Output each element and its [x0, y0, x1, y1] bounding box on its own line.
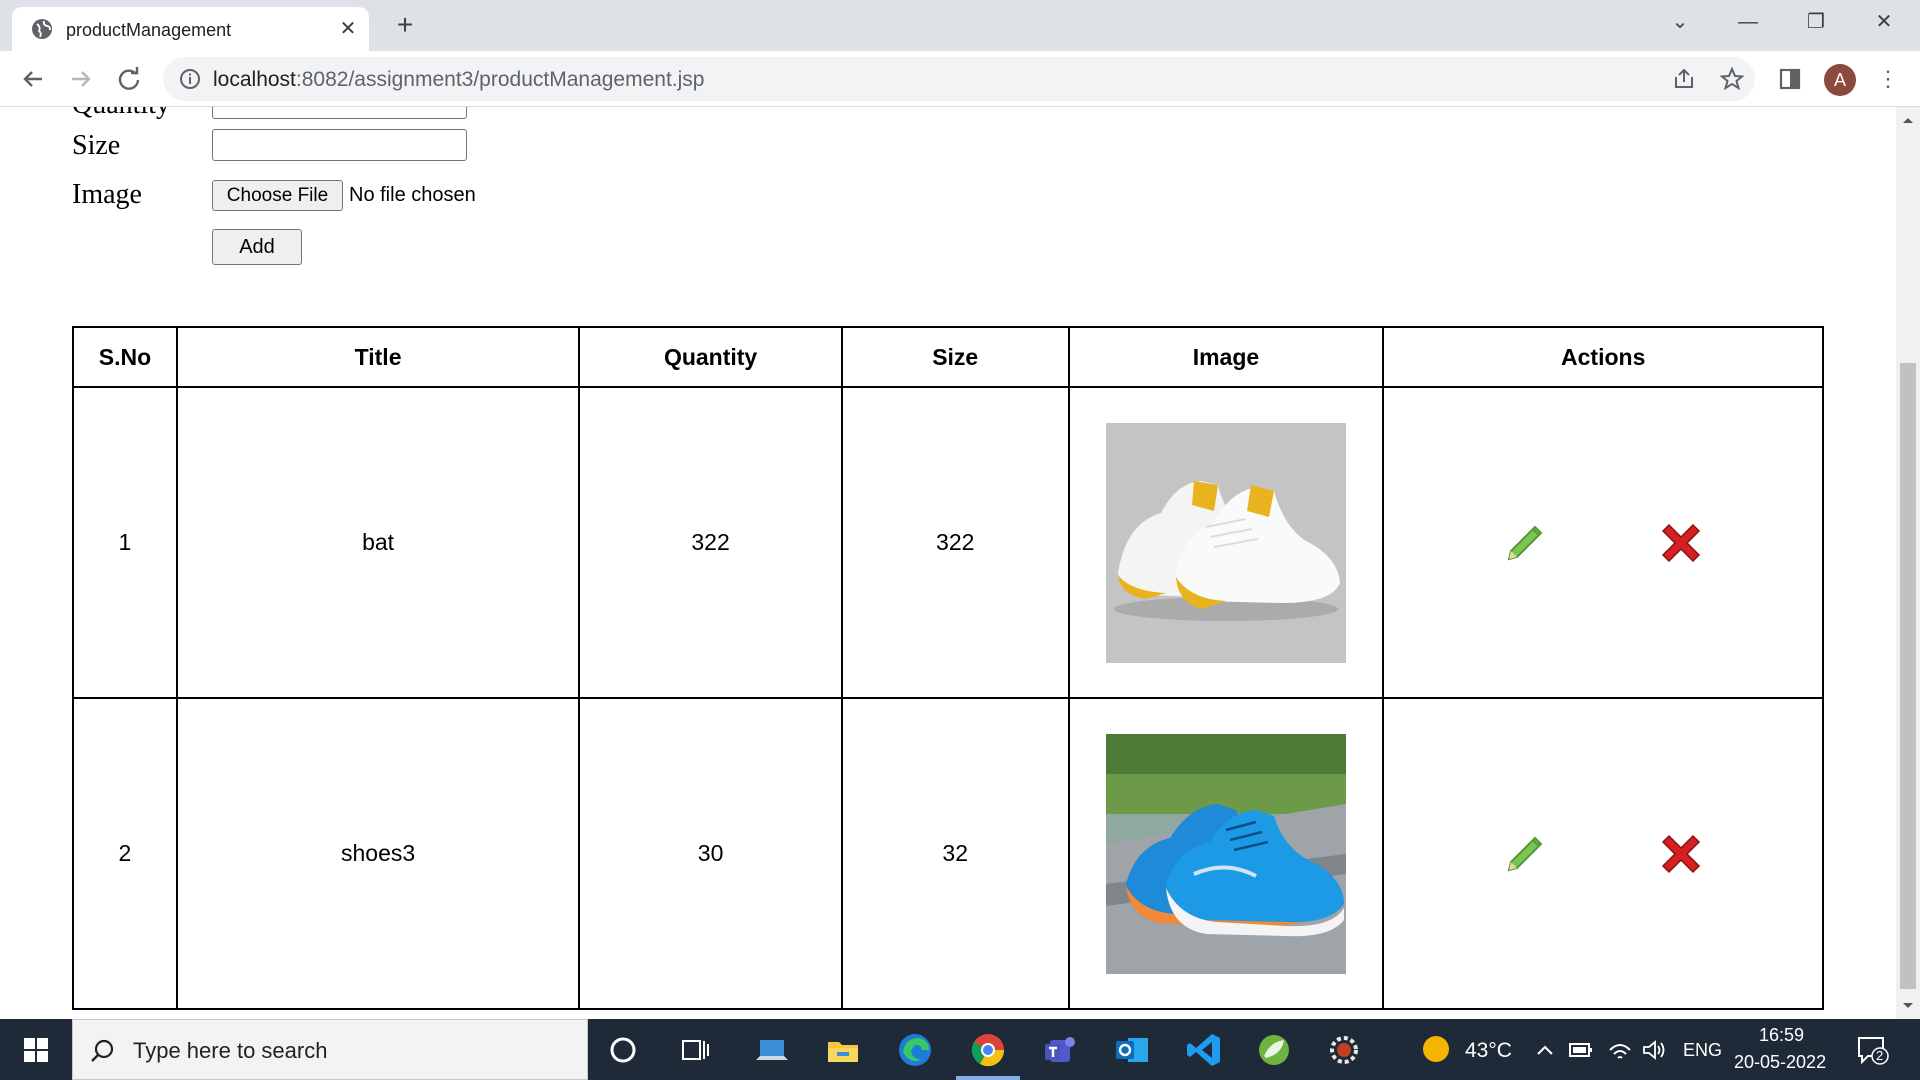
browser-toolbar: localhost:8082/assignment3/productManage… — [0, 51, 1920, 107]
white-yellow-sneakers-image — [1105, 422, 1346, 663]
quantity-label: Quantity — [72, 107, 170, 121]
close-window-button[interactable]: ✕ — [1850, 0, 1918, 44]
cell-sno: 2 — [72, 697, 178, 1010]
cell-actions — [1382, 697, 1824, 1010]
file-explorer-icon[interactable] — [823, 1030, 863, 1070]
scroll-up-arrow-icon[interactable] — [1896, 113, 1920, 127]
globe-icon — [32, 19, 52, 39]
chrome-active-indicator — [956, 1076, 1020, 1080]
browser-tab-strip: productManagement ✕ + ⌄ — ❐ ✕ — [0, 0, 1920, 51]
red-x-icon[interactable] — [1653, 826, 1709, 882]
tab-close-icon[interactable]: ✕ — [337, 18, 359, 40]
chrome-icon[interactable] — [968, 1030, 1008, 1070]
url-text[interactable]: localhost:8082/assignment3/productManage… — [213, 68, 704, 92]
header-image: Image — [1067, 326, 1385, 388]
page-viewport: Quantity Size Image Choose File No file … — [0, 107, 1896, 1019]
pencil-icon[interactable] — [1497, 515, 1553, 571]
search-placeholder: Type here to search — [133, 1038, 328, 1063]
image-label: Image — [72, 179, 142, 210]
notification-icon[interactable] — [1856, 1034, 1890, 1066]
outlook-icon[interactable] — [1112, 1030, 1152, 1070]
table-header-row: S.No Title Quantity Size Image Actions — [72, 326, 1824, 388]
url-path: :8082/assignment3/productManagement.jsp — [295, 68, 705, 91]
share-icon[interactable] — [1672, 67, 1696, 91]
url-host: localhost — [213, 68, 296, 91]
scroll-down-arrow-icon[interactable] — [1896, 999, 1920, 1013]
red-x-icon[interactable] — [1653, 515, 1709, 571]
header-actions: Actions — [1382, 326, 1824, 388]
wifi-icon[interactable] — [1607, 1038, 1633, 1062]
task-view-icon[interactable] — [675, 1030, 715, 1070]
size-label: Size — [72, 130, 121, 161]
side-panel-icon[interactable] — [1778, 67, 1802, 91]
cell-actions — [1382, 386, 1824, 699]
clock-date[interactable]: 20-05-2022 — [1734, 1052, 1826, 1073]
browser-tab[interactable]: productManagement ✕ — [12, 7, 369, 51]
pencil-icon[interactable] — [1497, 826, 1553, 882]
teams-icon[interactable] — [1040, 1030, 1080, 1070]
cell-quantity: 322 — [578, 386, 843, 699]
clock-time[interactable]: 16:59 — [1759, 1025, 1804, 1046]
new-tab-button[interactable]: + — [390, 10, 420, 40]
profile-avatar[interactable]: A — [1824, 64, 1856, 96]
cell-title: shoes3 — [175, 697, 581, 1010]
vscode-icon[interactable] — [1184, 1030, 1224, 1070]
site-info-icon[interactable] — [179, 68, 201, 90]
cell-size: 32 — [840, 697, 1070, 1010]
bookmark-star-icon[interactable] — [1720, 67, 1744, 91]
back-arrow-icon[interactable] — [18, 64, 48, 94]
spring-icon[interactable] — [1254, 1030, 1294, 1070]
header-size: Size — [840, 326, 1070, 388]
tab-title: productManagement — [66, 20, 232, 40]
minimize-button[interactable]: — — [1714, 0, 1782, 44]
products-table: S.No Title Quantity Size Image Actions 1… — [72, 326, 1824, 1010]
speaker-icon[interactable] — [1641, 1038, 1667, 1062]
windows-taskbar: Type here to search 43°C ENG 16:59 20-05… — [0, 1019, 1920, 1080]
search-icon — [91, 1039, 114, 1062]
scroll-thumb[interactable] — [1900, 363, 1916, 989]
tab-search-chevron-icon[interactable]: ⌄ — [1646, 0, 1714, 44]
chevron-up-icon[interactable] — [1534, 1039, 1556, 1061]
choose-file-button[interactable]: Choose File — [212, 180, 343, 211]
restore-button[interactable]: ❐ — [1782, 0, 1850, 44]
cell-size: 322 — [840, 386, 1070, 699]
add-button[interactable]: Add — [212, 229, 302, 265]
laptop-icon[interactable] — [752, 1030, 792, 1070]
file-status-text: No file chosen — [349, 184, 476, 206]
taskbar-search-box[interactable]: Type here to search — [72, 1019, 588, 1080]
windows-start-icon[interactable] — [0, 1019, 72, 1080]
table-row: 2 shoes3 30 32 — [72, 697, 1824, 1010]
browser-menu-icon[interactable]: ⋮ — [1877, 65, 1899, 93]
reload-icon[interactable] — [114, 64, 144, 94]
settings-gear-icon[interactable] — [1324, 1030, 1364, 1070]
notification-count: 2 — [1876, 1048, 1884, 1063]
cell-image — [1067, 386, 1385, 699]
header-quantity: Quantity — [578, 326, 843, 388]
size-input[interactable] — [212, 129, 467, 161]
weather-sun-icon[interactable] — [1418, 1031, 1454, 1067]
cortana-icon[interactable] — [603, 1030, 643, 1070]
cell-sno: 1 — [72, 386, 178, 699]
battery-icon[interactable] — [1568, 1039, 1594, 1061]
temperature-text[interactable]: 43°C — [1465, 1039, 1512, 1063]
language-indicator[interactable]: ENG — [1683, 1040, 1722, 1061]
address-bar[interactable]: localhost:8082/assignment3/productManage… — [163, 57, 1755, 101]
table-row: 1 bat 322 322 — [72, 386, 1824, 699]
forward-arrow-icon[interactable] — [66, 64, 96, 94]
header-title: Title — [175, 326, 581, 388]
cell-quantity: 30 — [578, 697, 843, 1010]
header-sno: S.No — [72, 326, 178, 388]
page-scrollbar[interactable] — [1896, 107, 1920, 1019]
quantity-input[interactable] — [212, 107, 467, 119]
cell-image — [1067, 697, 1385, 1010]
cell-title: bat — [175, 386, 581, 699]
blue-sneakers-image — [1105, 733, 1346, 974]
edge-icon[interactable] — [895, 1030, 935, 1070]
